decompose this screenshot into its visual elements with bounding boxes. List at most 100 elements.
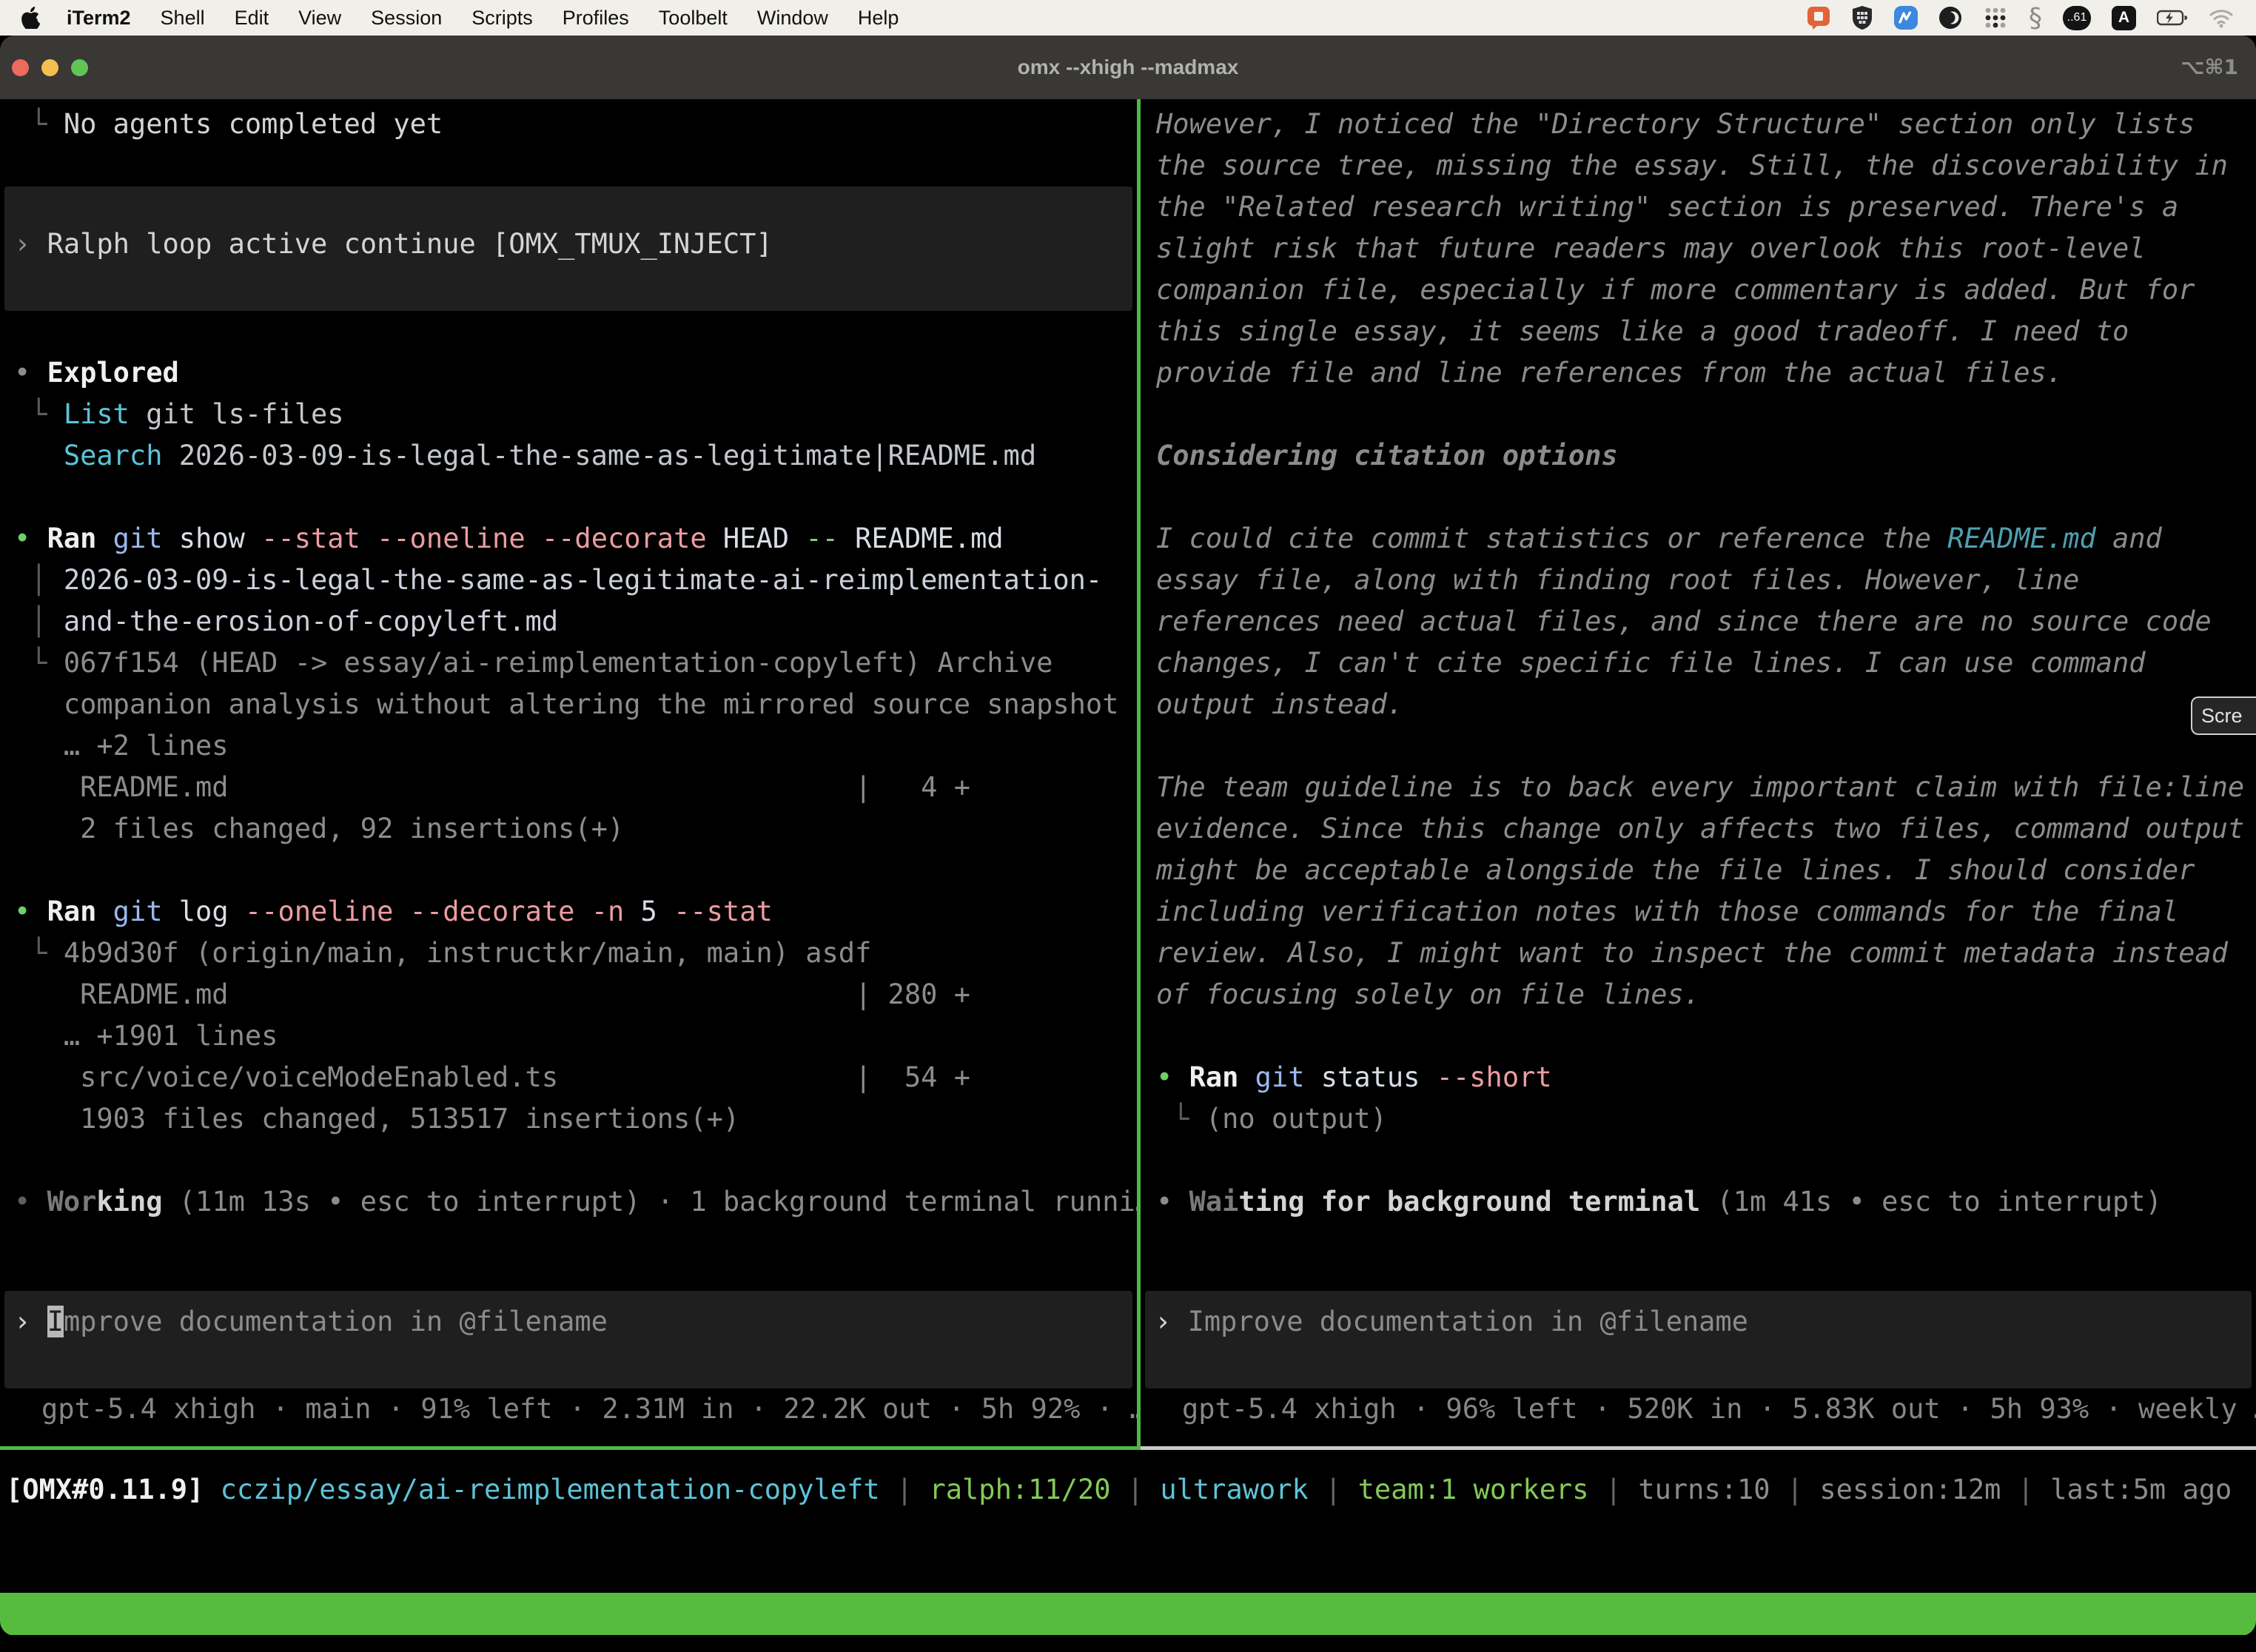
terminal-line: └ 4b9d30f (origin/main, instructkr/main,… xyxy=(0,933,1137,974)
window-title: omx --xhigh --madmax xyxy=(0,36,2256,99)
terminal-line: Search 2026-03-09-is-legal-the-same-as-l… xyxy=(0,435,1137,477)
terminal-line: README.md | 280 + xyxy=(0,974,1137,1015)
squiggle-menu-icon[interactable]: § xyxy=(2029,3,2042,33)
terminal-line: companion analysis without altering the … xyxy=(0,684,1137,725)
terminal-line: │ and-the-erosion-of-copyleft.md xyxy=(0,601,1137,642)
menu-item-edit[interactable]: Edit xyxy=(235,7,269,30)
terminal-line xyxy=(1141,477,2256,518)
left-prompt-text: › Improve documentation in @filename xyxy=(4,1301,1132,1343)
terminal-line: └ (no output) xyxy=(1141,1098,2256,1140)
menu-item-view[interactable]: View xyxy=(298,7,341,30)
terminal-line: • Explored xyxy=(0,352,1137,394)
right-prompt-input[interactable]: › Improve documentation in @filename xyxy=(1145,1291,2252,1389)
left-agent-pane[interactable]: └ No agents completed yet › Ralph loop a… xyxy=(0,99,1137,1446)
terminal-line xyxy=(0,477,1137,518)
terminal-line: essay file, along with finding root file… xyxy=(1141,560,2256,601)
terminal-area: └ No agents completed yet › Ralph loop a… xyxy=(0,99,2256,1636)
right-pane-bottom-border xyxy=(1141,1446,2256,1450)
terminal-line xyxy=(1141,1015,2256,1057)
terminal-line: › Improve documentation in @filename xyxy=(1145,1301,2252,1343)
terminal-line: • Waiting for background terminal (1m 41… xyxy=(1141,1181,2256,1223)
terminal-line: slight risk that future readers may over… xyxy=(1141,228,2256,269)
omx-status-line: [OMX#0.11.9] cczip/essay/ai-reimplementa… xyxy=(0,1469,2256,1511)
right-agent-transcript: However, I noticed the "Directory Struct… xyxy=(1141,104,2256,1223)
terminal-line: └ List git ls-files xyxy=(0,394,1137,435)
screen-indicator-popup[interactable]: Scre xyxy=(2191,696,2256,735)
terminal-line xyxy=(1141,725,2256,767)
menu-item-help[interactable]: Help xyxy=(858,7,899,30)
menu-item-session[interactable]: Session xyxy=(371,7,442,30)
menu-item-profiles[interactable]: Profiles xyxy=(563,7,629,30)
terminal-line: … +1901 lines xyxy=(0,1015,1137,1057)
terminal-line: src/voice/voiceModeEnabled.ts | 54 + xyxy=(0,1057,1137,1098)
tmux-status-bar: [omx-cczip0:bash* "MacBook-Pro-44.local"… xyxy=(0,1593,2256,1635)
terminal-line: • Ran git show --stat --oneline --decora… xyxy=(0,518,1137,560)
terminal-line: of focusing solely on file lines. xyxy=(1141,974,2256,1015)
menu-item-iterm2[interactable]: iTerm2 xyxy=(67,7,131,30)
terminal-line: • Ran git status --short xyxy=(1141,1057,2256,1098)
terminal-line: README.md | 4 + xyxy=(0,767,1137,808)
terminal-line: └ No agents completed yet xyxy=(0,104,1137,145)
terminal-line: • Ran git log --oneline --decorate -n 5 … xyxy=(0,891,1137,933)
menu-bar-status-icons: § ..61 A xyxy=(1807,3,2234,33)
terminal-line: › Ralph loop active continue [OMX_TMUX_I… xyxy=(4,224,1132,265)
moon-crescent-icon[interactable] xyxy=(1938,6,1962,30)
terminal-line xyxy=(1141,394,2256,435)
terminal-line: changes, I can't cite specific file line… xyxy=(1141,642,2256,684)
menu-item-toolbelt[interactable]: Toolbelt xyxy=(659,7,728,30)
terminal-line: evidence. Since this change only affects… xyxy=(1141,808,2256,850)
right-prompt-text: › Improve documentation in @filename xyxy=(1145,1301,2252,1343)
terminal-line: [OMX#0.11.9] cczip/essay/ai-reimplementa… xyxy=(0,1469,2256,1511)
terminal-line: Considering citation options xyxy=(1141,435,2256,477)
terminal-line: The team guideline is to back every impo… xyxy=(1141,767,2256,808)
terminal-line: › Improve documentation in @filename xyxy=(4,1301,1132,1343)
terminal-line: However, I noticed the "Directory Struct… xyxy=(1141,104,2256,145)
a-app-icon[interactable]: A xyxy=(2112,6,2136,30)
apple-menu-icon[interactable] xyxy=(21,7,40,29)
terminal-line: • Working (11m 13s • esc to interrupt) ·… xyxy=(0,1181,1137,1223)
terminal-line xyxy=(1141,1140,2256,1181)
terminal-line: └ 067f154 (HEAD -> essay/ai-reimplementa… xyxy=(0,642,1137,684)
terminal-line: this single essay, it seems like a good … xyxy=(1141,311,2256,352)
terminal-line: I could cite commit statistics or refere… xyxy=(1141,518,2256,560)
badge-61-icon[interactable]: ..61 xyxy=(2063,6,2091,30)
macos-menu-bar: iTerm2 Shell Edit View Session Scripts P… xyxy=(0,0,2256,36)
left-agent-summary: └ No agents completed yet xyxy=(0,104,1137,145)
right-agent-pane[interactable]: However, I noticed the "Directory Struct… xyxy=(1141,99,2256,1446)
terminal-line: … +2 lines xyxy=(0,725,1137,767)
terminal-line: │ 2026-03-09-is-legal-the-same-as-legiti… xyxy=(0,560,1137,601)
menu-item-shell[interactable]: Shell xyxy=(161,7,205,30)
tmux-session-label[interactable]: [omx-cczip0:bash* xyxy=(6,1635,263,1636)
menu-item-window[interactable]: Window xyxy=(757,7,828,30)
terminal-line: the source tree, missing the essay. Stil… xyxy=(1141,145,2256,187)
wifi-icon[interactable] xyxy=(2209,8,2234,28)
terminal-line xyxy=(0,850,1137,891)
menu-item-scripts[interactable]: Scripts xyxy=(471,7,533,30)
inject-input-box[interactable]: › Ralph loop active continue [OMX_TMUX_I… xyxy=(4,187,1132,311)
terminal-line xyxy=(0,1140,1137,1181)
left-pane-bottom-border xyxy=(0,1446,1141,1450)
window-shortcut-badge: ⌥⌘1 xyxy=(2181,36,2238,99)
terminal-line: including verification notes with those … xyxy=(1141,891,2256,933)
terminal-line: 1903 files changed, 513517 insertions(+) xyxy=(0,1098,1137,1140)
shield-grid-icon[interactable] xyxy=(1851,5,1873,30)
blue-zigzag-app-icon[interactable] xyxy=(1894,6,1918,30)
dots-grid-icon[interactable] xyxy=(1983,6,2008,30)
terminal-line: 2 files changed, 92 insertions(+) xyxy=(0,808,1137,850)
terminal-line: review. Also, I might want to inspect th… xyxy=(1141,933,2256,974)
chat-app-icon[interactable] xyxy=(1807,6,1830,30)
terminal-line: output instead. xyxy=(1141,684,2256,725)
left-prompt-input[interactable]: › Improve documentation in @filename xyxy=(4,1291,1132,1389)
terminal-line: companion file, especially if more comme… xyxy=(1141,269,2256,311)
terminal-line: might be acceptable alongside the file l… xyxy=(1141,850,2256,891)
inject-input-text: › Ralph loop active continue [OMX_TMUX_I… xyxy=(4,224,1132,265)
battery-icon[interactable] xyxy=(2157,10,2188,26)
terminal-line: the "Related research writing" section i… xyxy=(1141,187,2256,228)
left-agent-transcript: • Explored └ List git ls-files Search 20… xyxy=(0,311,1137,1223)
iterm2-window: omx --xhigh --madmax ⌥⌘1 └ No agents com… xyxy=(0,36,2256,1636)
left-session-status-line: gpt-5.4 xhigh · main · 91% left · 2.31M … xyxy=(0,1389,1137,1430)
terminal-line: provide file and line references from th… xyxy=(1141,352,2256,394)
terminal-line: references need actual files, and since … xyxy=(1141,601,2256,642)
terminal-line xyxy=(0,311,1137,352)
window-title-bar[interactable]: omx --xhigh --madmax ⌥⌘1 xyxy=(0,36,2256,99)
